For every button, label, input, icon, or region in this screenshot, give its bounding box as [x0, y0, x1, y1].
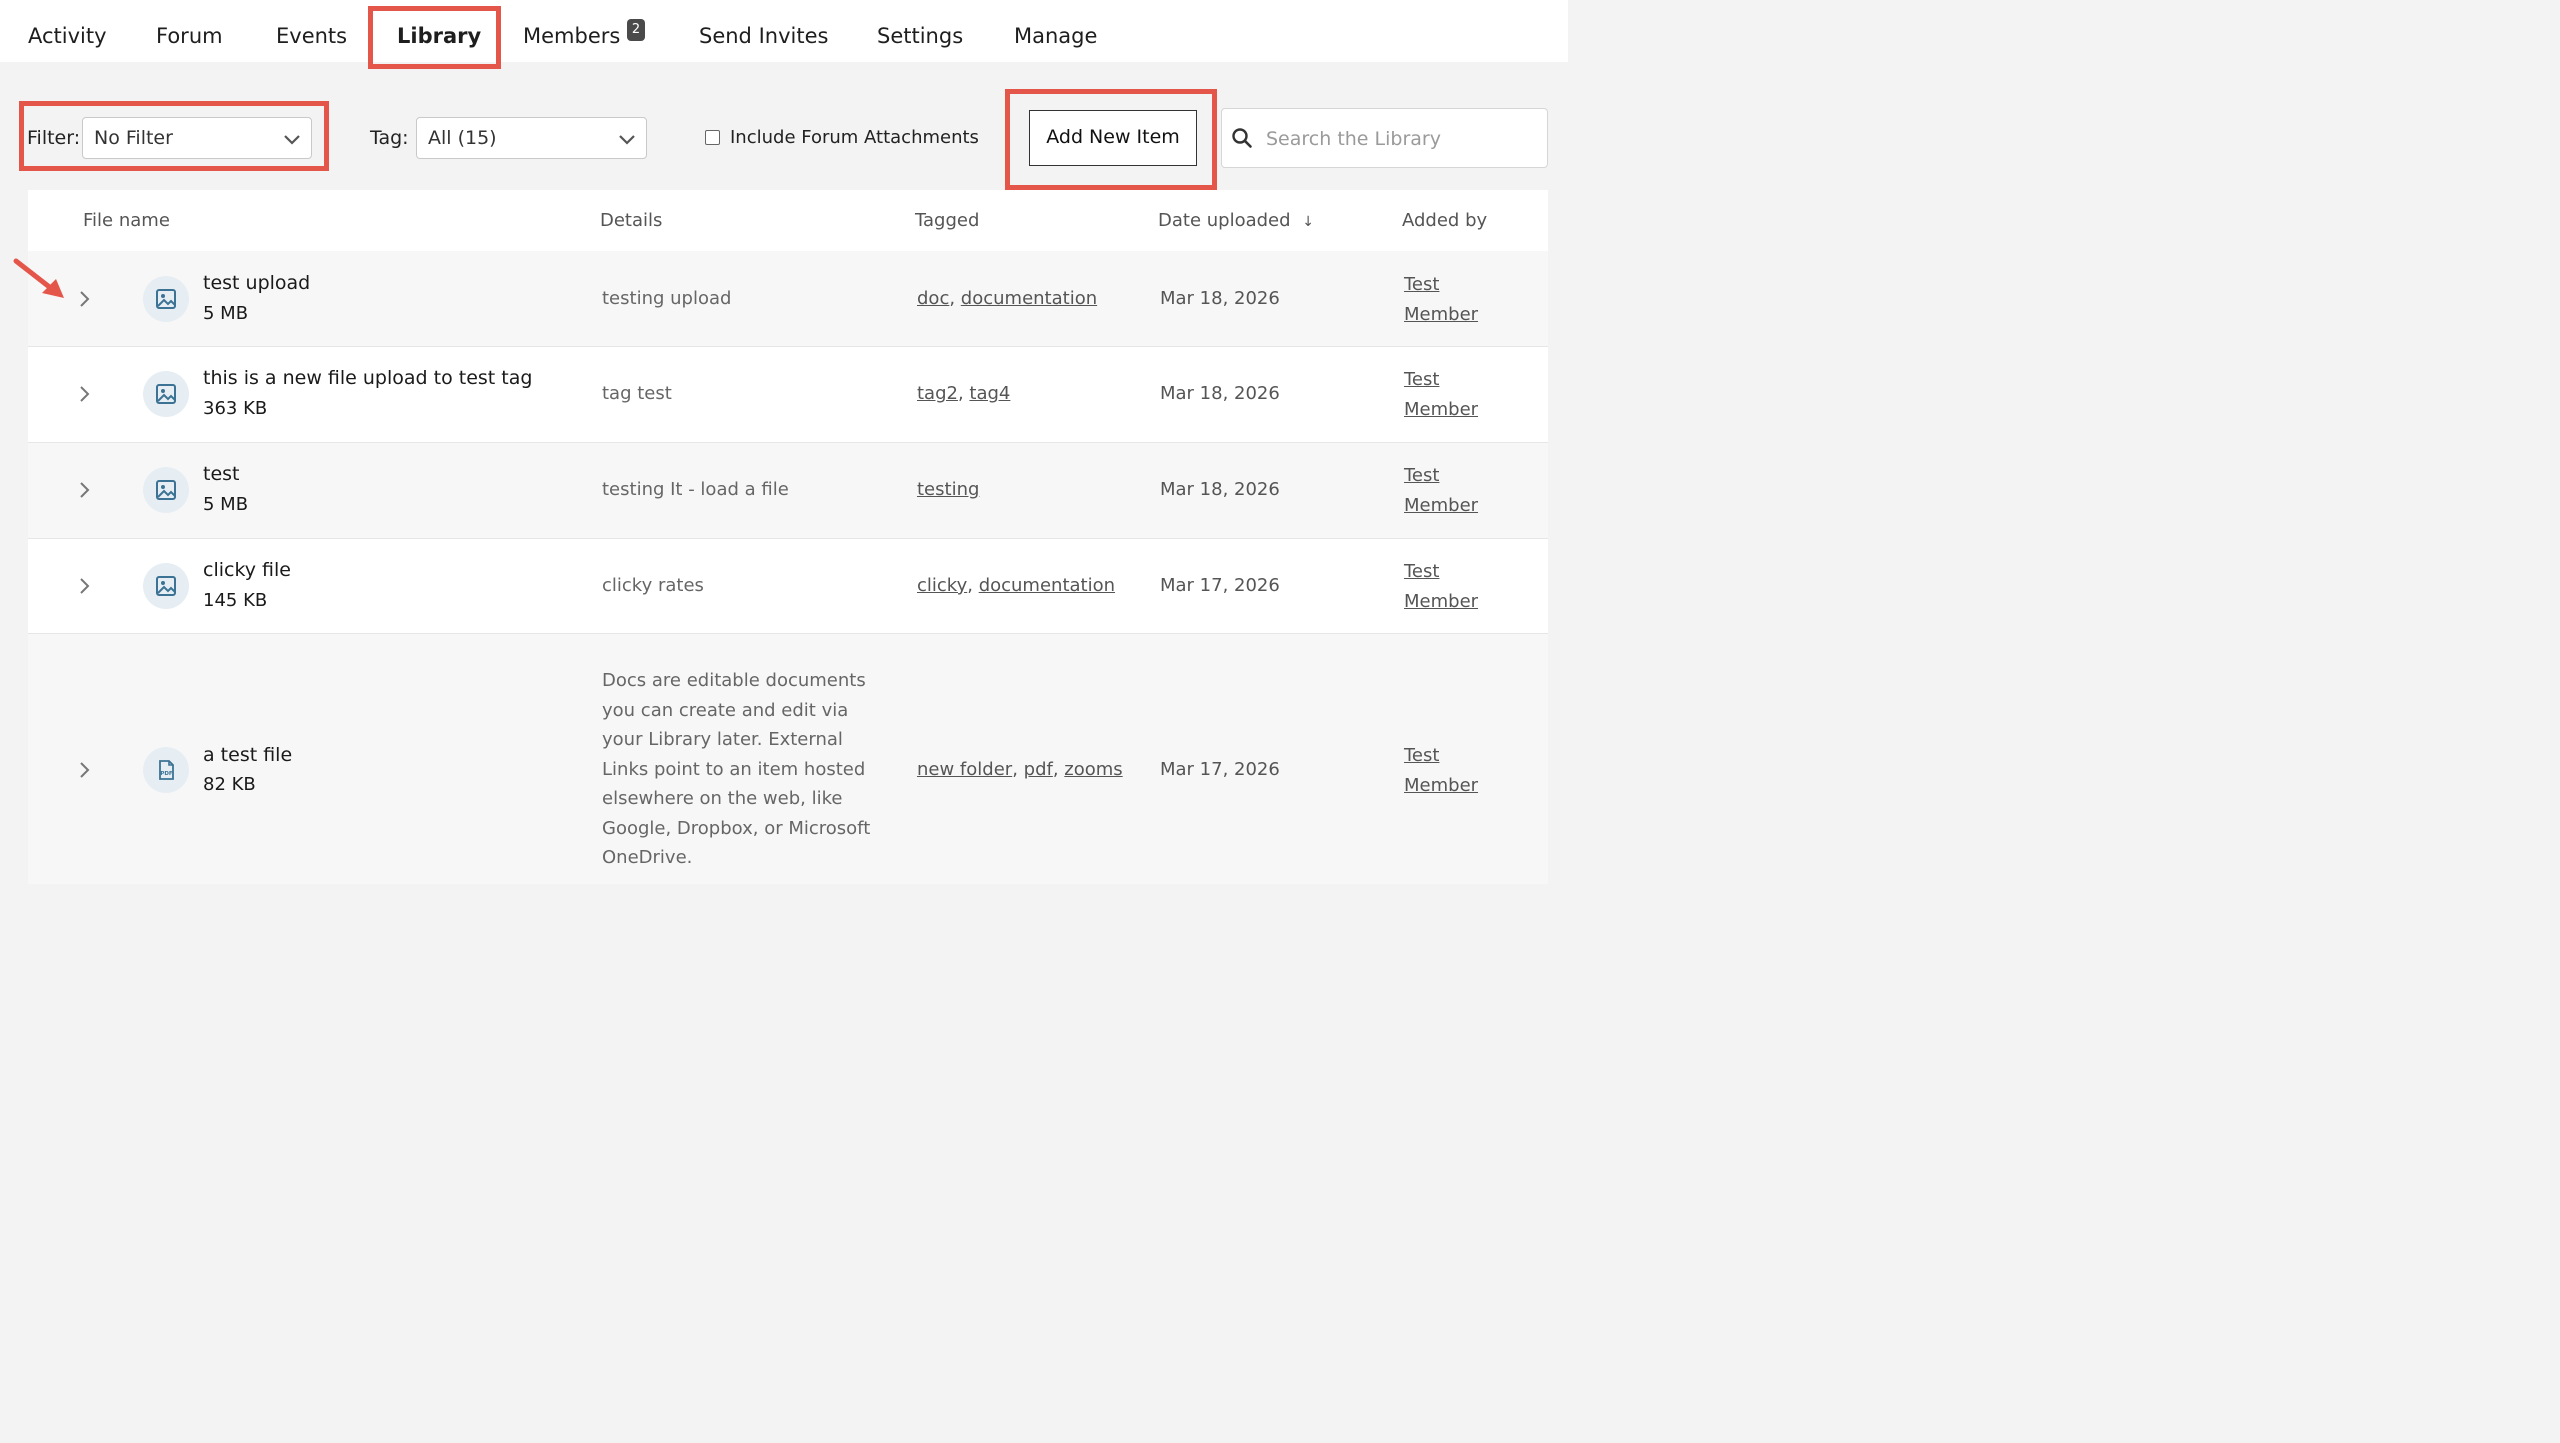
tag-link[interactable]: documentation: [961, 288, 1097, 309]
chevron-right-icon[interactable]: [76, 383, 92, 405]
tag-link[interactable]: pdf: [1024, 759, 1053, 780]
table-row[interactable]: PDF a test file 82 KB Docs are editable …: [28, 634, 1548, 884]
upload-date: Mar 17, 2026: [1160, 759, 1280, 780]
image-file-icon: [143, 563, 189, 609]
file-name[interactable]: test: [203, 463, 240, 485]
svg-text:PDF: PDF: [160, 771, 173, 777]
tab-send-invites[interactable]: Send Invites: [699, 22, 828, 50]
tag-link[interactable]: tag4: [969, 383, 1010, 404]
file-size: 363 KB: [203, 398, 268, 419]
include-forum-attachments-checkbox[interactable]: [705, 130, 720, 145]
column-header-file-name[interactable]: File name: [83, 210, 170, 231]
upload-date: Mar 18, 2026: [1160, 479, 1280, 500]
chevron-down-icon: [619, 135, 635, 145]
chevron-right-icon[interactable]: [76, 575, 92, 597]
table-row[interactable]: test upload 5 MB testing upload doc, doc…: [28, 251, 1548, 346]
search-input[interactable]: [1264, 119, 1538, 159]
tab-events[interactable]: Events: [276, 22, 347, 50]
tab-settings[interactable]: Settings: [877, 22, 963, 50]
file-name[interactable]: this is a new file upload to test tag: [203, 367, 532, 389]
file-details: testing upload: [602, 288, 732, 309]
add-new-item-button[interactable]: Add New Item: [1029, 110, 1197, 166]
file-details: testing It - load a file: [602, 479, 789, 500]
annotation-arrow-icon: [13, 258, 64, 298]
chevron-right-icon[interactable]: [76, 479, 92, 501]
tab-forum[interactable]: Forum: [156, 22, 223, 50]
column-header-details[interactable]: Details: [600, 210, 662, 231]
table-row[interactable]: this is a new file upload to test tag 36…: [28, 347, 1548, 442]
tag-link[interactable]: doc: [917, 288, 949, 309]
added-by-link[interactable]: Test Member: [1404, 461, 1514, 521]
column-header-date-uploaded[interactable]: Date uploaded ↓: [1158, 210, 1314, 231]
upload-date: Mar 18, 2026: [1160, 288, 1280, 309]
tab-manage[interactable]: Manage: [1014, 22, 1097, 50]
tab-members[interactable]: Members: [523, 22, 620, 50]
filter-select-value: No Filter: [94, 127, 173, 149]
image-file-icon: [143, 467, 189, 513]
added-by-link[interactable]: Test Member: [1404, 741, 1514, 801]
file-size: 82 KB: [203, 774, 256, 795]
members-count-badge: 2: [627, 19, 645, 41]
file-tags: new folder, pdf, zooms: [917, 759, 1123, 780]
file-details: tag test: [602, 383, 672, 404]
sort-arrow-icon: ↓: [1302, 214, 1315, 230]
file-tags: tag2, tag4: [917, 383, 1011, 404]
column-header-added-by[interactable]: Added by: [1402, 210, 1487, 231]
file-name[interactable]: clicky file: [203, 559, 291, 581]
image-file-icon: [143, 371, 189, 417]
upload-date: Mar 18, 2026: [1160, 383, 1280, 404]
library-table: File name Details Tagged Date uploaded ↓…: [28, 190, 1548, 884]
filter-select[interactable]: No Filter: [82, 117, 312, 159]
library-search[interactable]: [1221, 108, 1548, 168]
tag-link[interactable]: new folder: [917, 759, 1012, 780]
file-name[interactable]: test upload: [203, 272, 310, 294]
date-uploaded-label: Date uploaded: [1158, 210, 1291, 231]
file-size: 5 MB: [203, 303, 249, 324]
tag-select-value: All (15): [428, 127, 497, 149]
file-tags: doc, documentation: [917, 288, 1098, 309]
table-row[interactable]: clicky file 145 KB clicky rates clicky, …: [28, 539, 1548, 633]
tag-link[interactable]: documentation: [979, 575, 1115, 596]
chevron-right-icon[interactable]: [76, 288, 92, 310]
tab-activity[interactable]: Activity: [28, 22, 107, 50]
table-row[interactable]: test 5 MB testing It - load a file testi…: [28, 443, 1548, 538]
tab-library[interactable]: Library: [397, 22, 481, 50]
file-size: 5 MB: [203, 494, 249, 515]
pdf-file-icon: PDF: [143, 747, 189, 793]
added-by-link[interactable]: Test Member: [1404, 557, 1514, 617]
search-icon: [1232, 128, 1252, 148]
library-nav-bar: Activity Forum Events Library Members 2 …: [0, 0, 1568, 62]
column-header-tagged[interactable]: Tagged: [915, 210, 979, 231]
file-tags: clicky, documentation: [917, 575, 1116, 596]
file-tags: testing: [917, 479, 979, 500]
file-size: 145 KB: [203, 590, 268, 611]
upload-date: Mar 17, 2026: [1160, 575, 1280, 596]
tag-link[interactable]: testing: [917, 479, 979, 500]
file-details: Docs are editable documents you can crea…: [602, 670, 871, 868]
added-by-link[interactable]: Test Member: [1404, 365, 1514, 425]
chevron-down-icon: [284, 135, 300, 145]
file-name[interactable]: a test file: [203, 744, 292, 766]
tag-link[interactable]: zooms: [1064, 759, 1122, 780]
tag-link[interactable]: tag2: [917, 383, 958, 404]
chevron-right-icon[interactable]: [76, 759, 92, 781]
file-details: clicky rates: [602, 575, 704, 596]
tag-label: Tag:: [370, 127, 409, 149]
added-by-link[interactable]: Test Member: [1404, 270, 1514, 330]
tag-link[interactable]: clicky: [917, 575, 967, 596]
filter-label: Filter:: [27, 127, 81, 149]
tag-select[interactable]: All (15): [416, 117, 647, 159]
include-forum-attachments-label[interactable]: Include Forum Attachments: [730, 127, 979, 148]
image-file-icon: [143, 276, 189, 322]
